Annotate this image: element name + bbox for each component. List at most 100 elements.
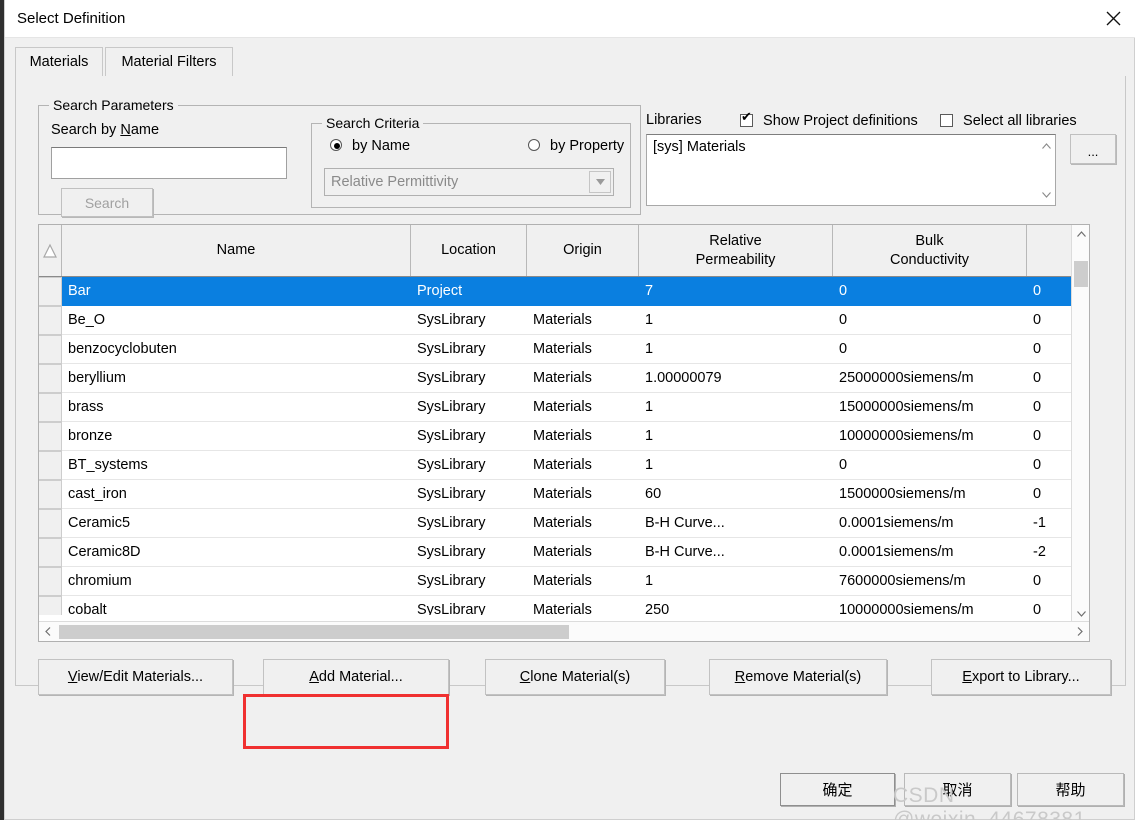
table-header-location-label: Location xyxy=(441,242,496,259)
table-header-bulk-conductivity[interactable]: Bulk Conductivity xyxy=(833,225,1027,276)
table-cell-origin: Materials xyxy=(527,393,639,422)
table-row[interactable]: benzocyclobuten SysLibrary Materials 1 0 0 xyxy=(39,335,1073,364)
chevron-up-icon[interactable] xyxy=(1072,225,1090,243)
table-cell-extra: -2 xyxy=(1027,538,1073,567)
close-icon[interactable] xyxy=(1090,0,1135,37)
table-vertical-scroll-thumb[interactable] xyxy=(1074,261,1088,287)
table-row[interactable]: Ceramic8D SysLibrary Materials B-H Curve...… xyxy=(39,538,1073,567)
table-cell-location: SysLibrary xyxy=(411,335,527,364)
view-edit-materials-button[interactable]: View/Edit Materials... xyxy=(38,659,233,695)
help-button[interactable]: 帮助 xyxy=(1017,773,1124,806)
table-row-selector[interactable] xyxy=(39,451,62,480)
table-row-selector[interactable] xyxy=(39,335,62,364)
property-combo[interactable]: Relative Permittivity xyxy=(324,168,614,196)
table-row[interactable]: cast_iron SysLibrary Materials 60 1500000sie… xyxy=(39,480,1073,509)
table-header-sort[interactable] xyxy=(39,225,62,276)
chevron-down-icon[interactable] xyxy=(1038,186,1055,203)
table-header-extra[interactable] xyxy=(1027,225,1073,276)
libraries-list-scrollbar[interactable] xyxy=(1038,135,1055,205)
table-row[interactable]: Ceramic5 SysLibrary Materials B-H Curve... 0… xyxy=(39,509,1073,538)
table-cell-location: Project xyxy=(411,277,527,306)
table-row[interactable]: Be_O SysLibrary Materials 1 0 0 xyxy=(39,306,1073,335)
checkbox-select-all-libraries-label: Select all libraries xyxy=(963,113,1077,129)
libraries-list[interactable]: [sys] Materials xyxy=(646,134,1056,206)
table-cell-name: benzocyclobuten xyxy=(62,335,411,364)
table-header-origin[interactable]: Origin xyxy=(527,225,639,276)
export-to-library-button[interactable]: Export to Library... xyxy=(931,659,1111,695)
checkbox-show-project-definitions-label: Show Project definitions xyxy=(763,113,918,129)
table-cell-extra: 0 xyxy=(1027,393,1073,422)
table-row-selector[interactable] xyxy=(39,277,62,306)
table-cell-origin: Materials xyxy=(527,451,639,480)
table-row[interactable]: BT_systems SysLibrary Materials 1 0 0 xyxy=(39,451,1073,480)
checkbox-show-project-definitions[interactable]: Show Project definitions xyxy=(734,110,918,129)
table-cell-extra: 0 xyxy=(1027,567,1073,596)
checkbox-select-all-libraries[interactable]: Select all libraries xyxy=(934,112,1077,129)
table-row-selector[interactable] xyxy=(39,364,62,393)
table-header-origin-label: Origin xyxy=(563,242,602,259)
remove-materials-button[interactable]: Remove Material(s) xyxy=(709,659,887,695)
libraries-list-item[interactable]: [sys] Materials xyxy=(653,139,746,155)
property-combo-value: Relative Permittivity xyxy=(331,174,459,190)
chevron-up-icon[interactable] xyxy=(1038,137,1055,154)
cancel-button[interactable]: 取消 xyxy=(904,773,1011,806)
table-cell-location: SysLibrary xyxy=(411,393,527,422)
table-cell-name: beryllium xyxy=(62,364,411,393)
table-row-selector[interactable] xyxy=(39,393,62,422)
table-row[interactable]: Bar Project 7 0 0 xyxy=(39,277,1073,306)
table-row[interactable]: cobalt SysLibrary Materials 250 10000000siem… xyxy=(39,596,1073,615)
libraries-area: Libraries Show Project definitions Selec… xyxy=(646,108,1116,213)
search-input[interactable] xyxy=(51,147,287,179)
table-body: Bar Project 7 0 0 Be_O SysLibrary Materials 1 0 0 b… xyxy=(39,277,1073,615)
add-material-button[interactable]: Add Material... xyxy=(263,659,449,695)
table-horizontal-scrollbar[interactable] xyxy=(39,621,1089,641)
table-row-selector[interactable] xyxy=(39,596,62,615)
table-row[interactable]: bronze SysLibrary Materials 1 10000000siemen… xyxy=(39,422,1073,451)
table-cell-relative-permeability: 1.00000079 xyxy=(639,364,833,393)
table-row[interactable]: chromium SysLibrary Materials 1 7600000sieme… xyxy=(39,567,1073,596)
table-cell-location: SysLibrary xyxy=(411,480,527,509)
table-header-relative-permeability-line2: Permeability xyxy=(695,251,776,268)
chevron-down-icon[interactable] xyxy=(589,171,611,193)
table-cell-name: BT_systems xyxy=(62,451,411,480)
export-to-library-button-label: Export to Library... xyxy=(962,669,1080,685)
table-header-relative-permeability[interactable]: Relative Permeability xyxy=(639,225,833,276)
table-row-selector[interactable] xyxy=(39,422,62,451)
chevron-right-icon[interactable] xyxy=(1071,622,1089,641)
table-row-selector[interactable] xyxy=(39,509,62,538)
table-cell-origin: Materials xyxy=(527,364,639,393)
table-cell-extra: 0 xyxy=(1027,335,1073,364)
browse-libraries-button[interactable]: ... xyxy=(1070,134,1116,164)
tab-strip: Materials Material Filters xyxy=(15,47,1126,78)
table-vertical-scrollbar[interactable] xyxy=(1071,225,1089,623)
ok-button[interactable]: 确定 xyxy=(780,773,895,806)
table-row[interactable]: brass SysLibrary Materials 1 15000000siemens… xyxy=(39,393,1073,422)
radio-by-property[interactable]: by Property xyxy=(522,138,624,154)
table-cell-bulk-conductivity: 7600000siemens/m xyxy=(833,567,1027,596)
table-row-selector[interactable] xyxy=(39,306,62,335)
radio-by-name[interactable]: by Name xyxy=(324,138,410,154)
table-cell-location: SysLibrary xyxy=(411,422,527,451)
search-button[interactable]: Search xyxy=(61,188,153,217)
help-button-label: 帮助 xyxy=(1055,781,1086,799)
table-cell-name: cast_iron xyxy=(62,480,411,509)
table-cell-location: SysLibrary xyxy=(411,538,527,567)
tab-materials[interactable]: Materials xyxy=(15,47,103,77)
clone-materials-button[interactable]: Clone Material(s) xyxy=(485,659,665,695)
chevron-left-icon[interactable] xyxy=(39,622,57,641)
table-cell-relative-permeability: B-H Curve... xyxy=(639,509,833,538)
table-cell-origin: Materials xyxy=(527,306,639,335)
remove-materials-button-label: Remove Material(s) xyxy=(734,669,862,685)
table-row[interactable]: beryllium SysLibrary Materials 1.00000079 25… xyxy=(39,364,1073,393)
table-row-selector[interactable] xyxy=(39,538,62,567)
table-cell-relative-permeability: 1 xyxy=(639,422,833,451)
tab-material-filters[interactable]: Material Filters xyxy=(105,47,233,77)
table-horizontal-scroll-thumb[interactable] xyxy=(59,625,569,639)
table-cell-bulk-conductivity: 0 xyxy=(833,277,1027,306)
table-header-name[interactable]: Name xyxy=(62,225,411,276)
radio-by-property-label: by Property xyxy=(550,138,625,154)
table-header-location[interactable]: Location xyxy=(411,225,527,276)
table-row-selector[interactable] xyxy=(39,567,62,596)
table-cell-origin: Materials xyxy=(527,567,639,596)
table-row-selector[interactable] xyxy=(39,480,62,509)
